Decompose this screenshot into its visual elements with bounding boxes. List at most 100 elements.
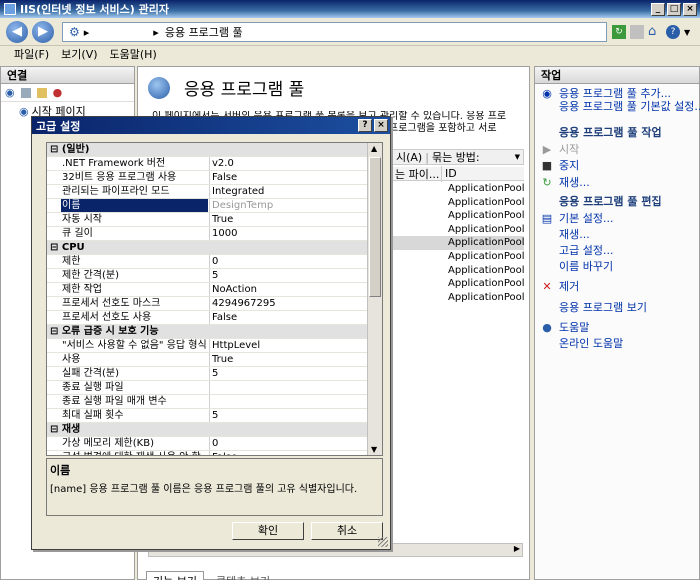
property-row[interactable]: 실패 간격(분) 5 <box>47 367 367 381</box>
property-row[interactable]: 큐 길이 1000 <box>47 227 367 241</box>
recycle-action[interactable]: ↻ 재생... <box>541 176 589 189</box>
app-pool-row[interactable]: ApplicationPoolI <box>392 236 524 250</box>
save-icon[interactable] <box>20 87 31 98</box>
advanced-settings-link[interactable]: 고급 설정... <box>541 244 613 257</box>
app-pool-row[interactable]: ApplicationPoolI <box>392 264 524 278</box>
tab-content-view[interactable]: 콘텐츠 보기 <box>210 572 276 580</box>
add-app-pool-link[interactable]: ◉ 응용 프로그램 풀 추가... <box>541 87 671 100</box>
property-row[interactable]: 종료 실행 파일 <box>47 381 367 395</box>
property-row[interactable]: 최대 실패 횟수 5 <box>47 409 367 423</box>
property-row[interactable]: .NET Framework 버전 v2.0 <box>47 157 367 171</box>
connections-toolbar: ◉ ● <box>1 84 134 102</box>
show-all-button[interactable]: 시(A) <box>393 149 425 165</box>
forward-button[interactable]: ▶ <box>32 21 54 43</box>
property-row[interactable]: 32비트 응용 프로그램 사용 False <box>47 171 367 185</box>
scroll-thumb[interactable] <box>369 157 381 297</box>
connect-icon[interactable]: ◉ <box>5 86 15 99</box>
help-icon[interactable]: ? <box>666 25 680 39</box>
property-value[interactable] <box>209 381 365 394</box>
property-category[interactable]: ⊟ (일반) <box>47 143 367 157</box>
property-category[interactable]: ⊟ 오류 급증 시 보호 기능 <box>47 325 367 339</box>
property-row[interactable]: 구성 변경에 대한 재생 사용 안 함False <box>47 451 367 455</box>
property-row[interactable]: 종료 실행 파일 매개 변수 <box>47 395 367 409</box>
property-row[interactable]: 제한 간격(분) 5 <box>47 269 367 283</box>
scroll-up-icon[interactable]: ▲ <box>371 144 377 153</box>
dialog-help-button[interactable]: ? <box>358 119 372 132</box>
cancel-button[interactable]: 취소 <box>311 522 383 540</box>
property-value[interactable] <box>209 395 365 408</box>
ok-button[interactable]: 확인 <box>232 522 304 540</box>
property-row[interactable]: "서비스 사용할 수 없음" 응답 형식 HttpLevel <box>47 339 367 353</box>
property-value[interactable]: True <box>209 213 365 226</box>
app-pool-row[interactable]: ApplicationPoolI <box>392 196 524 210</box>
property-value[interactable]: 1000 <box>209 227 365 240</box>
group-by-label[interactable]: 묶는 방법: <box>429 149 515 165</box>
property-value[interactable]: 0 <box>209 437 365 450</box>
resize-grip[interactable] <box>378 537 388 547</box>
property-row[interactable]: 제한 작업 NoAction <box>47 283 367 297</box>
property-category[interactable]: ⊟ 재생 <box>47 423 367 437</box>
disconnect-icon[interactable]: ● <box>53 86 63 99</box>
property-value[interactable]: NoAction <box>209 283 365 296</box>
stop-action[interactable]: ■ 중지 <box>541 159 579 172</box>
back-button[interactable]: ◀ <box>6 21 28 43</box>
property-row[interactable]: 프로세서 선호도 마스크 4294967295 <box>47 297 367 311</box>
maximize-button[interactable]: □ <box>667 2 681 16</box>
up-icon[interactable] <box>36 87 47 98</box>
property-value[interactable]: 5 <box>209 269 365 282</box>
property-category[interactable]: ⊟ CPU <box>47 241 367 255</box>
refresh-icon[interactable]: ↻ <box>612 25 626 39</box>
property-value[interactable]: 0 <box>209 255 365 268</box>
property-row[interactable]: 사용 True <box>47 353 367 367</box>
app-pool-row[interactable]: ApplicationPoolI <box>392 209 524 223</box>
set-defaults-link[interactable]: 응용 프로그램 풀 기본값 설정... <box>541 100 700 113</box>
property-value[interactable]: 5 <box>209 367 365 380</box>
app-pool-row[interactable]: ApplicationPoolI <box>392 182 524 196</box>
property-value[interactable]: v2.0 <box>209 157 365 170</box>
view-applications-link[interactable]: 응용 프로그램 보기 <box>541 301 647 314</box>
column-header-pipeline[interactable]: 는 파이... <box>392 165 442 182</box>
property-value[interactable]: False <box>209 311 365 324</box>
property-row[interactable]: 이름 DesignTemp <box>47 199 367 213</box>
app-pool-row[interactable]: ApplicationPoolI <box>392 277 524 291</box>
rename-link[interactable]: 이름 바꾸기 <box>541 260 613 273</box>
chevron-down-icon[interactable]: ▼ <box>515 153 523 161</box>
address-bar[interactable]: ⚙ ▸ ▸ 응용 프로그램 풀 <box>62 22 607 42</box>
recycling-link[interactable]: 재생... <box>541 228 590 241</box>
close-button[interactable]: × <box>683 2 697 16</box>
property-row[interactable]: 가상 메모리 제한(KB) 0 <box>47 437 367 451</box>
basic-settings-link[interactable]: ▤ 기본 설정... <box>541 212 614 225</box>
property-value[interactable]: True <box>209 353 365 366</box>
menu-view[interactable]: 보기(V) <box>55 46 103 64</box>
minimize-button[interactable]: _ <box>651 2 665 16</box>
scroll-right-icon[interactable]: ▶ <box>514 544 520 553</box>
column-header-id[interactable]: ID <box>442 167 457 180</box>
online-help-link[interactable]: 온라인 도움말 <box>541 337 623 350</box>
tab-features-view[interactable]: 기능 보기 <box>146 571 204 580</box>
property-value[interactable]: 5 <box>209 409 365 422</box>
property-value[interactable]: 4294967295 <box>209 297 365 310</box>
start-action[interactable]: ▶ 시작 <box>541 143 579 156</box>
property-value[interactable]: False <box>209 171 365 184</box>
property-row[interactable]: 자동 시작 True <box>47 213 367 227</box>
app-pool-row[interactable]: ApplicationPoolI <box>392 250 524 264</box>
app-pool-row[interactable]: ApplicationPoolI <box>392 223 524 237</box>
property-value[interactable]: HttpLevel <box>209 339 365 352</box>
menu-file[interactable]: 파일(F) <box>8 46 55 64</box>
help-link[interactable]: ● 도움말 <box>541 321 589 334</box>
dialog-close-button[interactable]: × <box>374 119 388 132</box>
remove-action[interactable]: ✕ 제거 <box>541 280 579 293</box>
property-value[interactable]: Integrated <box>209 185 365 198</box>
scroll-down-icon[interactable]: ▼ <box>371 445 377 454</box>
property-row[interactable]: 제한 0 <box>47 255 367 269</box>
stop-icon[interactable] <box>630 25 644 39</box>
property-row[interactable]: 프로세서 선호도 사용 False <box>47 311 367 325</box>
app-pool-row[interactable]: ApplicationPoolI <box>392 291 524 305</box>
property-value[interactable]: False <box>209 451 365 455</box>
chevron-down-icon[interactable]: ▼ <box>684 28 690 37</box>
vertical-scrollbar[interactable]: ▲ ▼ <box>367 143 382 455</box>
property-row[interactable]: 관리되는 파이프라인 모드 Integrated <box>47 185 367 199</box>
menu-help[interactable]: 도움말(H) <box>104 46 163 64</box>
home-icon[interactable]: ⌂ <box>648 25 662 39</box>
property-value[interactable]: DesignTemp <box>209 199 365 212</box>
